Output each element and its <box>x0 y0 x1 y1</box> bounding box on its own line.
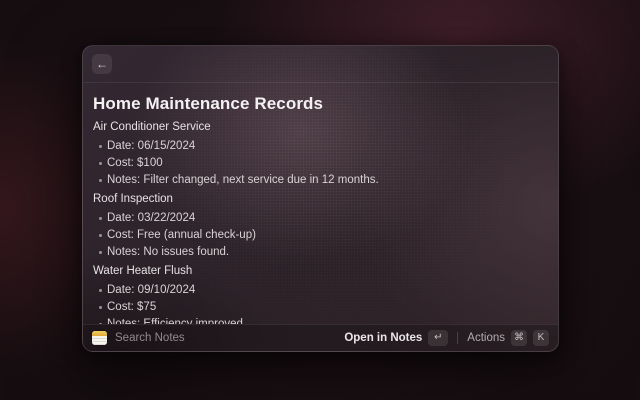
open-in-notes-label: Open in Notes <box>344 332 422 344</box>
page-title: Home Maintenance Records <box>93 94 546 114</box>
record-section-title: Air Conditioner Service <box>93 120 546 134</box>
open-in-notes-button[interactable]: Open in Notes ↵ <box>344 330 448 346</box>
record-item-date: Date: 03/22/2024 <box>93 211 546 225</box>
record-item-cost: Cost: $100 <box>93 156 546 170</box>
record-item-date: Date: 09/10/2024 <box>93 283 546 297</box>
back-arrow-icon: ← <box>96 57 108 71</box>
command-key-icon: ⌘ <box>511 330 527 346</box>
extension-identity: Search Notes <box>92 331 185 345</box>
note-content: Home Maintenance Records Air Conditioner… <box>83 83 558 324</box>
record-item-notes: Notes: Filter changed, next service due … <box>93 173 546 187</box>
record-list: Date: 09/10/2024 Cost: $75 Notes: Effici… <box>93 283 546 324</box>
record-item-notes: Notes: No issues found. <box>93 245 546 259</box>
footer-divider <box>457 332 458 344</box>
return-key-icon: ↵ <box>428 330 448 346</box>
record-section-title: Roof Inspection <box>93 192 546 206</box>
window-header: ← <box>83 46 558 83</box>
record-section-title: Water Heater Flush <box>93 264 546 278</box>
record-list: Date: 03/22/2024 Cost: Free (annual chec… <box>93 211 546 259</box>
record-item-date: Date: 06/15/2024 <box>93 139 546 153</box>
extension-name: Search Notes <box>115 332 185 344</box>
record-item-notes: Notes: Efficiency improved. <box>93 317 546 324</box>
record-item-cost: Cost: $75 <box>93 300 546 314</box>
footer-actions: Open in Notes ↵ Actions ⌘ K <box>344 330 549 346</box>
notes-detail-window: ← Home Maintenance Records Air Condition… <box>82 45 559 352</box>
action-bar: Search Notes Open in Notes ↵ Actions ⌘ K <box>83 324 558 351</box>
actions-label: Actions <box>467 332 505 344</box>
back-button[interactable]: ← <box>92 54 112 74</box>
record-item-cost: Cost: Free (annual check-up) <box>93 228 546 242</box>
notes-app-icon <box>92 331 107 345</box>
record-list: Date: 06/15/2024 Cost: $100 Notes: Filte… <box>93 139 546 187</box>
actions-button[interactable]: Actions ⌘ K <box>467 330 549 346</box>
k-key-badge: K <box>533 330 549 346</box>
